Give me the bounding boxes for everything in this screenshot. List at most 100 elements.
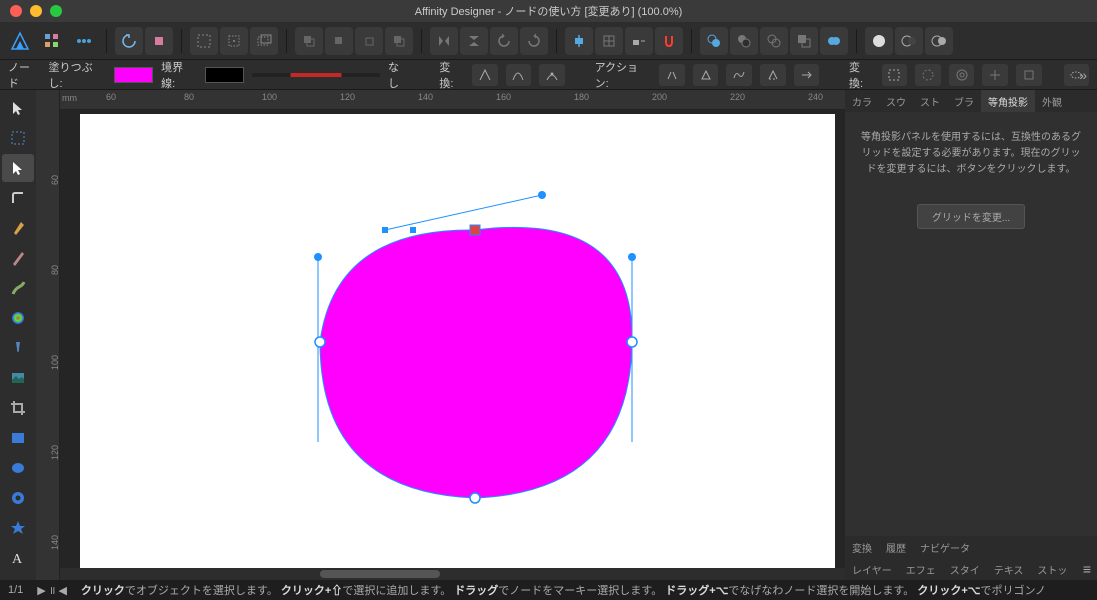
move-backward-button[interactable]: [325, 27, 353, 55]
stroke-swatch[interactable]: [205, 67, 244, 83]
fill-tool[interactable]: [2, 304, 34, 332]
iso-panel-note: 等角投影パネルを使用するには、互換性のあるグリッドを設定する必要があります。現在…: [845, 112, 1097, 196]
panel-tab-4[interactable]: ストッ: [1030, 558, 1074, 580]
node-tool[interactable]: [2, 154, 34, 182]
snap-button[interactable]: [655, 27, 683, 55]
pencil-tool[interactable]: [2, 244, 34, 272]
persona-pixel-icon[interactable]: [70, 27, 98, 55]
select-all-button[interactable]: [190, 27, 218, 55]
transform-mode-2-button[interactable]: [915, 64, 941, 86]
main-toolbar: [0, 22, 1097, 60]
defaults-button[interactable]: [145, 27, 173, 55]
reverse-button[interactable]: [794, 64, 820, 86]
panel-menu-button[interactable]: ≡: [1077, 561, 1097, 577]
transform-origin-button[interactable]: [982, 64, 1008, 86]
panel-tab-1[interactable]: エフェ: [899, 558, 943, 580]
show-handles-button[interactable]: [949, 64, 975, 86]
app-icon[interactable]: [6, 27, 34, 55]
rotate-cw-button[interactable]: [520, 27, 548, 55]
convert-smart-button[interactable]: [539, 64, 565, 86]
join-curves-button[interactable]: [760, 64, 786, 86]
panel-tab-0[interactable]: カラ: [845, 90, 879, 112]
align-button[interactable]: [565, 27, 593, 55]
fill-swatch[interactable]: [114, 67, 153, 83]
canvas[interactable]: [60, 110, 845, 568]
stroke-preview[interactable]: [252, 73, 380, 77]
move-forward-button[interactable]: [355, 27, 383, 55]
artboard: [80, 114, 835, 568]
panel-tab-0[interactable]: レイヤー: [845, 558, 899, 580]
panel-tab-2[interactable]: スタイ: [943, 558, 987, 580]
geom-xor-button[interactable]: [925, 27, 953, 55]
move-back-button[interactable]: [295, 27, 323, 55]
title-bar: Affinity Designer - ノードの使い方 [変更あり] (100.…: [0, 0, 1097, 22]
divide-op-button[interactable]: [790, 27, 818, 55]
fill-label: 塗りつぶし:: [48, 59, 105, 91]
break-button[interactable]: [659, 64, 685, 86]
tools-palette: A: [0, 90, 36, 580]
stroke-width-label[interactable]: なし: [388, 59, 410, 91]
smooth-curve-button[interactable]: [726, 64, 752, 86]
geom-add-button[interactable]: [865, 27, 893, 55]
panel-tab-3[interactable]: ブラ: [947, 90, 981, 112]
panel-tab-2[interactable]: ナビゲータ: [913, 536, 977, 558]
close-window-button[interactable]: [10, 5, 22, 17]
context-overflow-button[interactable]: »: [1079, 67, 1087, 83]
image-tool[interactable]: [2, 364, 34, 392]
crop-tool[interactable]: [2, 394, 34, 422]
move-front-button[interactable]: [385, 27, 413, 55]
close-curve-button[interactable]: [693, 64, 719, 86]
status-hints: クリックでオブジェクトを選択します。 クリック+⇧で選択に追加します。 ドラッグ…: [81, 582, 1046, 598]
node-mode-label: ノード: [8, 59, 40, 91]
page-indicator: 1/1: [8, 584, 23, 596]
flip-v-button[interactable]: [460, 27, 488, 55]
stroke-label: 境界線:: [161, 59, 196, 91]
panel-tab-1[interactable]: 履歴: [879, 536, 913, 558]
text-tool[interactable]: A: [2, 544, 34, 572]
pen-tool[interactable]: [2, 214, 34, 242]
panel-tab-5[interactable]: 外観: [1035, 90, 1069, 112]
select-layers-button[interactable]: [250, 27, 278, 55]
horizontal-scrollbar[interactable]: [60, 568, 845, 580]
context-toolbar: ノード 塗りつぶし: 境界線: なし 変換: アクション: 変換: »: [0, 60, 1097, 90]
change-grid-button[interactable]: グリッドを変更...: [917, 204, 1025, 229]
combine-op-button[interactable]: [820, 27, 848, 55]
play-controls[interactable]: ▶ ॥ ◀: [37, 583, 67, 598]
convert-label: 変換:: [439, 59, 464, 91]
action-label: アクション:: [595, 59, 652, 91]
marquee-tool[interactable]: [2, 124, 34, 152]
window-controls: [10, 5, 62, 17]
add-op-button[interactable]: [700, 27, 728, 55]
cycle-select-button[interactable]: [1016, 64, 1042, 86]
panel-tab-2[interactable]: スト: [913, 90, 947, 112]
transform-mode-1-button[interactable]: [882, 64, 908, 86]
convert-sharp-button[interactable]: [472, 64, 498, 86]
panel-tab-4[interactable]: 等角投影: [981, 90, 1035, 112]
panel-tab-3[interactable]: テキス: [987, 558, 1031, 580]
panel-tab-0[interactable]: 変換: [845, 536, 879, 558]
donut-tool[interactable]: [2, 484, 34, 512]
flip-h-button[interactable]: [430, 27, 458, 55]
subtract-op-button[interactable]: [730, 27, 758, 55]
sync-button[interactable]: [115, 27, 143, 55]
convert-smooth-button[interactable]: [506, 64, 532, 86]
select-pixels-button[interactable]: [220, 27, 248, 55]
distribute-button[interactable]: [595, 27, 623, 55]
intersect-op-button[interactable]: [760, 27, 788, 55]
geom-sub-button[interactable]: [895, 27, 923, 55]
corner-tool[interactable]: [2, 184, 34, 212]
rect-tool[interactable]: [2, 424, 34, 452]
panel-tabs-top: カラスウストブラ等角投影外観: [845, 90, 1097, 112]
glass-tool[interactable]: [2, 334, 34, 362]
minimize-window-button[interactable]: [30, 5, 42, 17]
brush-tool[interactable]: [2, 274, 34, 302]
move-tool[interactable]: [2, 94, 34, 122]
star-tool[interactable]: [2, 514, 34, 542]
ruler-vertical: 6080100120140: [36, 90, 60, 580]
rotate-ccw-button[interactable]: [490, 27, 518, 55]
persona-designer-icon[interactable]: [38, 27, 66, 55]
fullscreen-window-button[interactable]: [50, 5, 62, 17]
panel-tab-1[interactable]: スウ: [879, 90, 913, 112]
lock-insert-button[interactable]: [625, 27, 653, 55]
ellipse-tool[interactable]: [2, 454, 34, 482]
